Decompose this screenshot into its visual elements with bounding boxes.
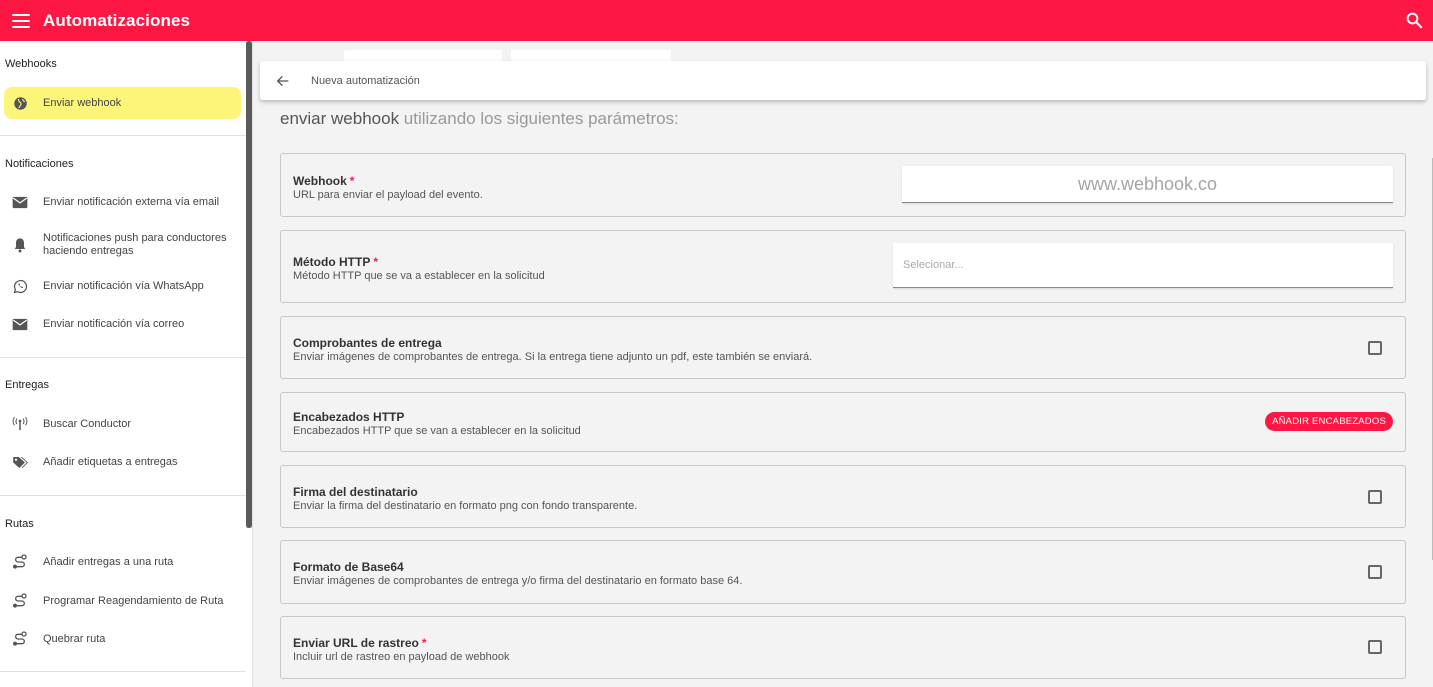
sidebar-divider	[0, 495, 246, 496]
signature-checkbox[interactable]	[1368, 490, 1382, 504]
sidebar-item-label: Enviar webhook	[43, 96, 122, 109]
sidebar-item-push-conductores[interactable]: Notificaciones push para conductores hac…	[4, 228, 241, 262]
arrow-back-icon[interactable]	[275, 73, 291, 89]
field-description: URL para enviar el payload del evento.	[293, 189, 483, 201]
field-title: Enviar URL de rastreo *	[293, 636, 427, 650]
sidebar-item-buscar-conductor[interactable]: Buscar Conductor	[4, 408, 241, 440]
proofs-checkbox[interactable]	[1368, 341, 1382, 355]
mail-icon	[12, 194, 28, 210]
app-title: Automatizaciones	[43, 10, 191, 30]
sidebar-item-label: Enviar notificación vía correo	[43, 317, 185, 330]
subtitle-rest: utilizando los siguientes parámetros:	[399, 109, 679, 128]
sidebar: Webhooks Enviar webhook Notificaciones E…	[0, 41, 253, 687]
hamburger-menu-icon[interactable]	[12, 13, 30, 28]
sidebar-divider	[0, 671, 246, 672]
sidebar-item-label: Añadir entregas a una ruta	[43, 555, 174, 568]
main-content: Nueva automatización enviar webhook util…	[254, 41, 1433, 687]
sidebar-section-title: Webhooks	[5, 58, 57, 70]
field-description: Enviar la firma del destinatario en form…	[293, 500, 638, 512]
field-card-webhook: Webhook * URL para enviar el payload del …	[280, 153, 1406, 217]
sidebar-divider	[0, 357, 246, 358]
field-card-tracking-url: Enviar URL de rastreo * Incluir url de ra…	[280, 616, 1406, 679]
tag-icon	[12, 454, 28, 470]
field-title: Método HTTP *	[293, 255, 378, 269]
sidebar-item-whatsapp[interactable]: Enviar notificación vía WhatsApp	[4, 270, 241, 302]
sidebar-item-etiquetas[interactable]: Añadir etiquetas a entregas	[4, 446, 241, 478]
globe-icon	[12, 95, 28, 111]
sidebar-item-label: Programar Reagendamiento de Ruta	[43, 594, 224, 607]
field-description: Encabezados HTTP que se van a establecer…	[293, 425, 581, 437]
field-description: Método HTTP que se va a establecer en la…	[293, 270, 545, 282]
search-icon[interactable]	[1405, 11, 1423, 29]
field-title: Comprobantes de entrega	[293, 336, 442, 350]
field-card-http-method: Método HTTP * Método HTTP que se va a est…	[280, 230, 1406, 303]
field-description: Enviar imágenes de comprobantes de entre…	[293, 351, 813, 363]
sidebar-section-title: Rutas	[5, 518, 34, 530]
sidebar-item-label: Buscar Conductor	[43, 417, 132, 430]
field-card-signature: Firma del destinatario Enviar la firma d…	[280, 465, 1406, 528]
sidebar-item-label: Enviar notificación externa vía email	[43, 195, 220, 208]
bell-icon	[12, 237, 28, 253]
tracking-url-checkbox[interactable]	[1368, 640, 1382, 654]
sidebar-divider	[0, 135, 246, 136]
mail-icon	[12, 316, 28, 332]
sidebar-item-quebrar-ruta[interactable]: Quebrar ruta	[4, 623, 241, 655]
field-title: Formato de Base64	[293, 560, 404, 574]
parameters-subtitle: enviar webhook utilizando los siguientes…	[280, 109, 679, 129]
route-icon	[12, 631, 28, 647]
subtitle-action: enviar webhook	[280, 109, 400, 128]
sidebar-section-title: Notificaciones	[5, 158, 74, 170]
field-card-base64: Formato de Base64 Enviar imágenes de com…	[280, 540, 1406, 604]
field-description: Incluir url de rastreo en payload de web…	[293, 651, 510, 663]
sidebar-item-reagendamiento[interactable]: Programar Reagendamiento de Ruta	[4, 585, 241, 617]
field-description: Enviar imágenes de comprobantes de entre…	[293, 575, 743, 587]
sidebar-item-label: Enviar notificación vía WhatsApp	[43, 279, 204, 292]
http-method-select[interactable]: Selecionar...	[893, 243, 1393, 288]
field-title: Firma del destinatario	[293, 485, 418, 499]
sidebar-item-label: Añadir etiquetas a entregas	[43, 455, 178, 468]
sidebar-item-correo[interactable]: Enviar notificación vía correo	[4, 308, 241, 340]
add-headers-button[interactable]: AÑADIR ENCABEZADOS	[1265, 412, 1393, 431]
antenna-icon	[12, 416, 28, 432]
sidebar-item-label: Notificaciones push para conductores hac…	[43, 232, 227, 257]
route-icon	[12, 554, 28, 570]
webhook-url-input[interactable]	[902, 166, 1393, 203]
sidebar-section-title: Entregas	[5, 379, 50, 391]
sidebar-item-email-externo[interactable]: Enviar notificación externa vía email	[4, 186, 241, 218]
sidebar-item-label: Quebrar ruta	[43, 632, 106, 645]
field-title: Encabezados HTTP	[293, 410, 405, 424]
sidebar-scrollbar[interactable]	[246, 41, 252, 528]
automation-header: Nueva automatización	[260, 61, 1426, 100]
field-title: Webhook *	[293, 174, 355, 188]
whatsapp-icon	[12, 278, 28, 294]
header-title: Nueva automatización	[311, 74, 420, 87]
field-card-http-headers: Encabezados HTTP Encabezados HTTP que se…	[280, 392, 1406, 452]
route-icon	[12, 593, 28, 609]
top-app-bar: Automatizaciones	[0, 0, 1433, 41]
base64-checkbox[interactable]	[1368, 565, 1382, 579]
sidebar-item-anadir-ruta[interactable]: Añadir entregas a una ruta	[4, 546, 241, 578]
field-card-proofs: Comprobantes de entrega Enviar imágenes …	[280, 316, 1406, 379]
sidebar-item-enviar-webhook[interactable]: Enviar webhook	[4, 87, 241, 119]
